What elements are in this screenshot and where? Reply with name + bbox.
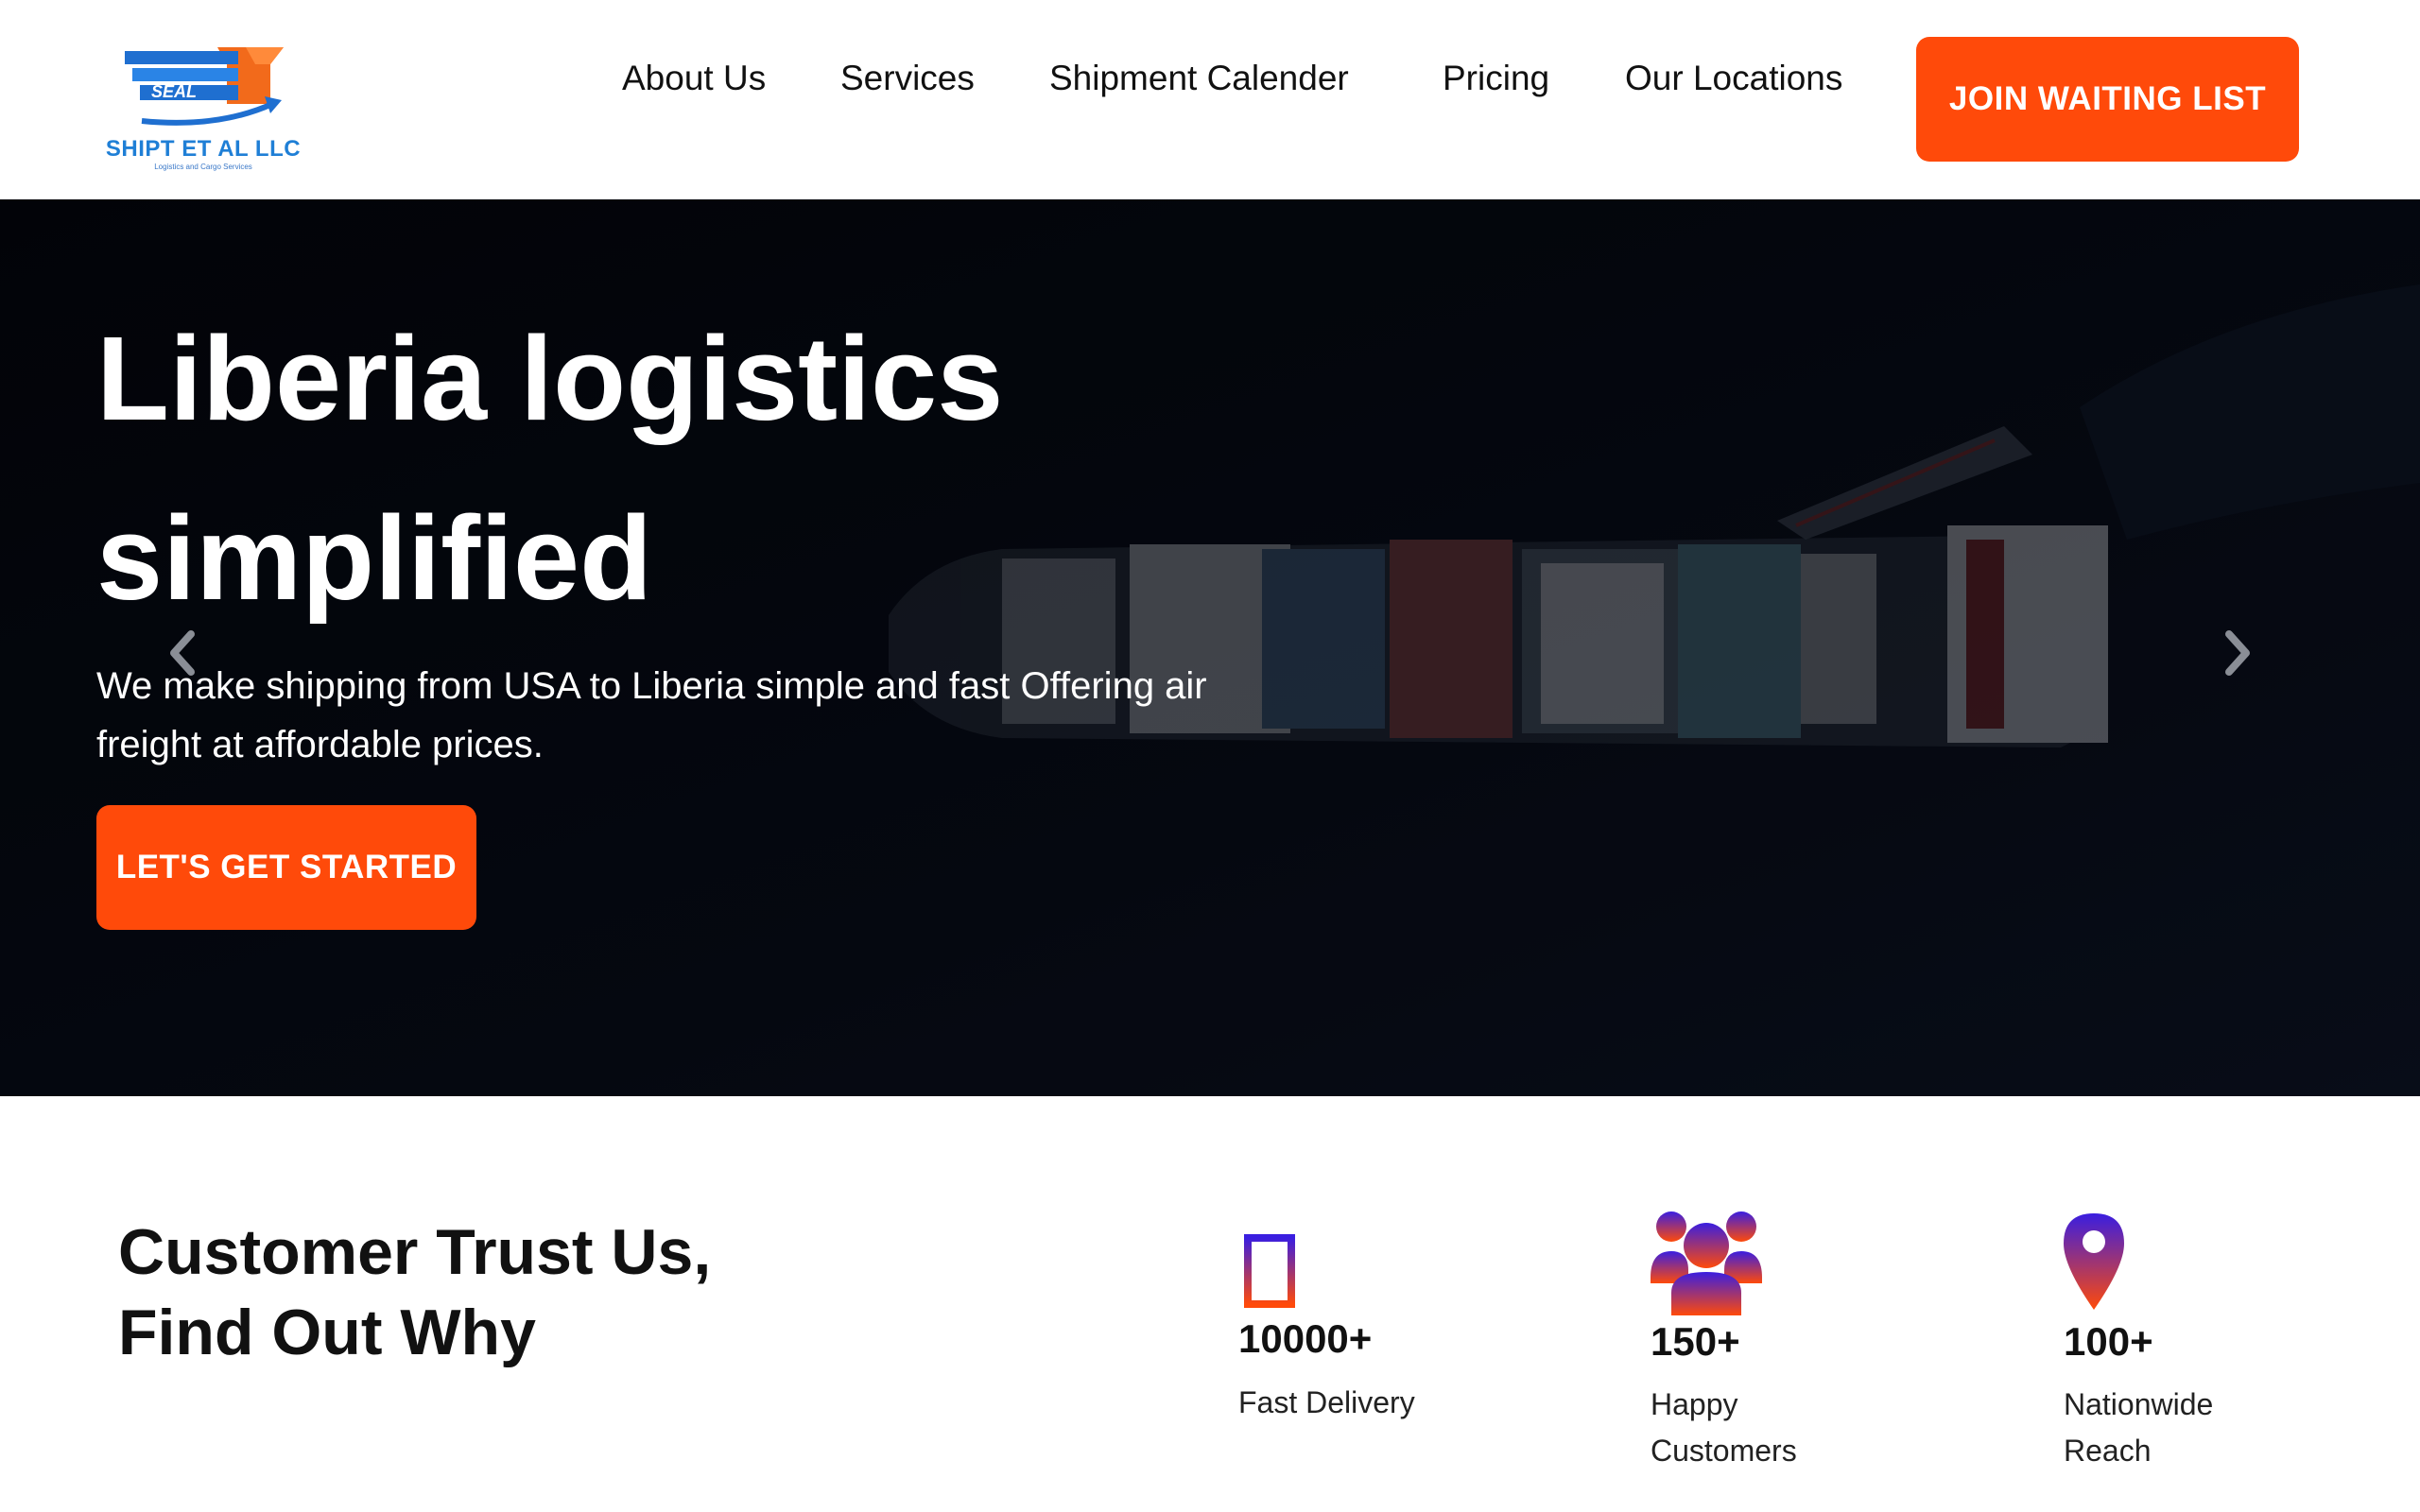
site-header: SEAL SHIPT ET AL LLC Logistics and Cargo… <box>0 0 2420 199</box>
stat-value: 10000+ <box>1238 1316 1373 1361</box>
logo-company-name: SHIPT ET AL LLC <box>105 136 302 162</box>
logo-mark: SEAL <box>125 47 284 126</box>
chevron-right-icon <box>2225 630 2250 676</box>
stat-label: Nationwide Reach <box>2064 1387 2214 1468</box>
hero-heading: Liberia logistics simplified <box>96 289 1231 648</box>
get-started-button[interactable]: LET'S GET STARTED <box>96 805 476 930</box>
hero-slider: Liberia logistics simplified We make shi… <box>0 199 2420 1096</box>
nav-about-us[interactable]: About Us <box>622 59 766 98</box>
nav-pricing[interactable]: Pricing <box>1443 59 1549 98</box>
join-waiting-list-button[interactable]: JOIN WAITING LIST <box>1916 37 2299 162</box>
missing-glyph-icon <box>1244 1234 1295 1308</box>
logo-tagline: Logistics and Cargo Services <box>154 163 252 171</box>
trust-heading-line1: Customer Trust Us, <box>118 1216 712 1288</box>
hero-heading-line1: Liberia logistics <box>96 312 1004 445</box>
stat-value: 150+ <box>1651 1319 1740 1364</box>
stat-value: 100+ <box>2064 1319 2153 1364</box>
hero-heading-line2: simplified <box>96 491 653 625</box>
map-pin-icon <box>2064 1213 2124 1310</box>
trust-heading: Customer Trust Us, Find Out Why <box>118 1212 874 1373</box>
hero-subtitle: We make shipping from USA to Liberia sim… <box>96 665 1207 765</box>
stat-label: Fast Delivery <box>1238 1385 1415 1419</box>
company-logo[interactable]: SEAL SHIPT ET AL LLC Logistics and Cargo… <box>104 38 312 180</box>
nav-our-locations[interactable]: Our Locations <box>1625 59 1842 98</box>
svg-text:SEAL: SEAL <box>151 82 197 101</box>
nav-services[interactable]: Services <box>840 59 975 98</box>
stat-label: Happy Customers <box>1651 1387 1797 1468</box>
nav-shipment-calender[interactable]: Shipment Calender <box>1049 59 1349 98</box>
trust-heading-line2: Find Out Why <box>118 1297 536 1368</box>
slider-next-button[interactable] <box>2210 615 2267 691</box>
people-icon <box>1651 1211 1762 1315</box>
